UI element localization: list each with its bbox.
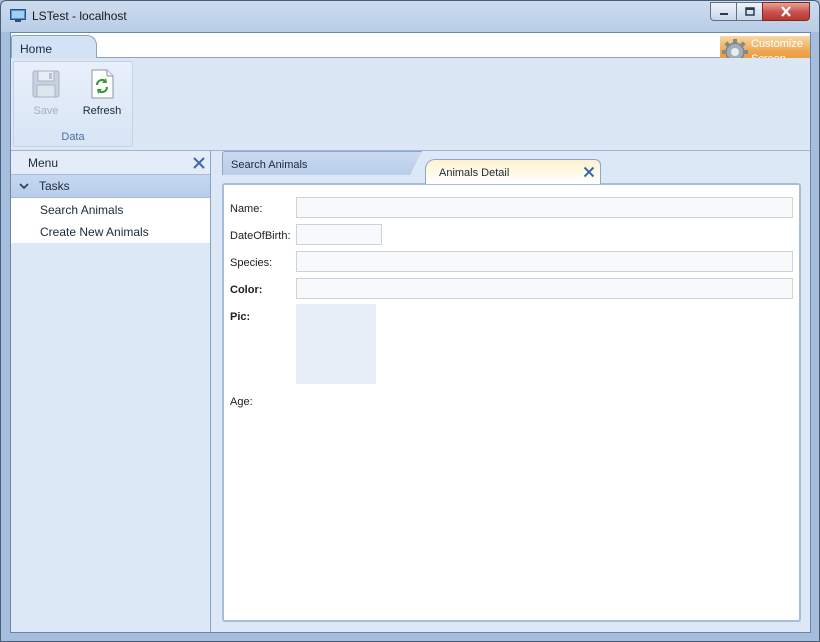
menu-title: Menu [28,156,59,170]
dateofbirth-field[interactable] [296,224,382,245]
tasks-group-header[interactable]: Tasks [11,175,210,198]
pic-label: Pic: [230,311,251,323]
window-title: LSTest - localhost [32,9,127,23]
save-label: Save [33,105,59,117]
minimize-icon [719,12,728,15]
menu-item-create-new-animals[interactable]: Create New Animals [40,225,149,239]
pic-image-field[interactable] [296,304,376,384]
ribbon-tab-strip: Home Customize Screen [11,33,810,68]
customize-line-1: Customize [751,38,803,50]
close-icon[interactable] [192,156,206,170]
refresh-icon [91,69,114,99]
app-icon [10,9,26,22]
close-icon[interactable] [583,166,595,178]
ribbon-group-data: Save Refresh Data [13,61,133,147]
application-window: LSTest - localhost Home Customize Save R… [0,0,820,642]
ribbon-group-label: Data [61,131,85,143]
maximize-button[interactable] [736,2,763,21]
minimize-button[interactable] [710,2,737,21]
tab-animals-detail[interactable]: Animals Detail [425,159,601,184]
tab-animals-detail-label: Animals Detail [439,167,510,179]
name-field[interactable] [296,197,793,218]
window-close-button[interactable] [762,2,810,21]
maximize-icon [744,6,755,16]
task-list: Search Animals Create New Animals [11,198,210,243]
close-icon [781,6,791,17]
tab-search-animals[interactable]: Search Animals [222,151,422,175]
tab-home[interactable]: Home [11,35,97,58]
refresh-button[interactable]: Refresh [78,68,126,117]
species-field[interactable] [296,251,793,272]
title-bar[interactable]: LSTest - localhost [1,1,819,32]
age-label: Age: [230,396,253,408]
color-label: Color: [230,284,263,296]
color-field[interactable] [296,278,793,299]
screen-area: Search Animals Animals Detail Name: Date… [211,151,810,632]
save-button[interactable]: Save [22,68,70,117]
tasks-label: Tasks [39,179,70,193]
name-label: Name: [230,203,263,215]
refresh-label: Refresh [82,105,122,117]
client-area: Home Customize Screen [10,32,811,633]
chevron-down-icon [19,183,29,190]
dateofbirth-label: DateOfBirth: [230,230,291,242]
menu-header: Menu [11,151,210,175]
menu-item-search-animals[interactable]: Search Animals [40,203,123,217]
menu-pane: Menu Tasks Search Animals Create New Ani… [11,151,211,632]
ribbon-body: Save Refresh Data [11,58,810,151]
save-icon [32,70,60,98]
animals-detail-panel: Name: DateOfBirth: Species: Color: Pic: … [222,183,801,622]
species-label: Species: [230,257,273,269]
